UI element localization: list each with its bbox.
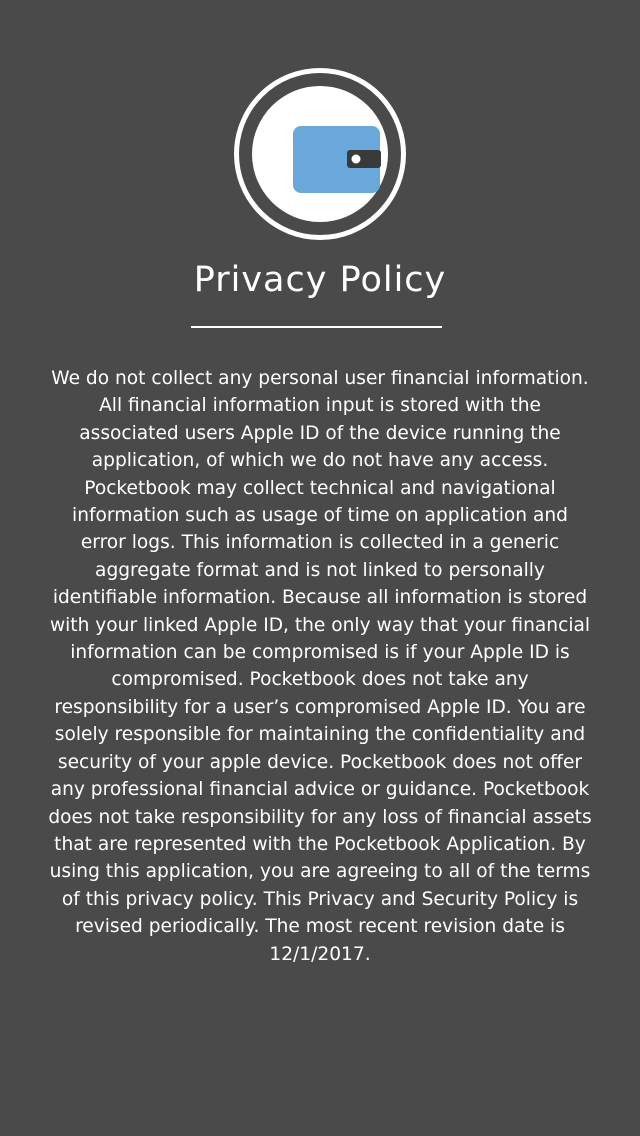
app-logo bbox=[234, 68, 406, 240]
logo-disc bbox=[252, 86, 388, 222]
privacy-policy-screen: Privacy Policy We do not collect any per… bbox=[0, 0, 640, 1136]
policy-body-text: We do not collect any personal user fina… bbox=[48, 368, 592, 965]
wallet-icon bbox=[293, 126, 381, 193]
page-title: Privacy Policy bbox=[193, 260, 447, 300]
title-divider bbox=[191, 326, 442, 328]
